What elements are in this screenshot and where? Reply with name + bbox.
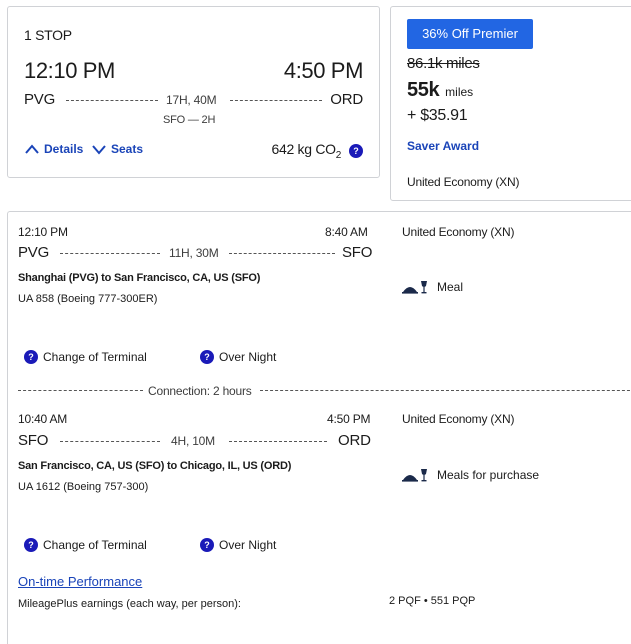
chevron-down-icon <box>92 145 106 155</box>
segment-line-right <box>229 253 335 254</box>
terminal-info-icon: ? <box>24 538 38 552</box>
terminal-info-icon: ? <box>24 350 38 364</box>
miles-unit: miles <box>445 85 474 99</box>
connection-info: Connection: 2 hours <box>148 384 252 398</box>
notice-change-terminal[interactable]: ? Change of Terminal <box>24 350 147 364</box>
segment-line-right <box>229 441 327 442</box>
segment-cabin: United Economy (XN) <box>402 412 515 426</box>
route-line-right <box>230 100 322 101</box>
notice-label: Change of Terminal <box>43 350 147 364</box>
segment-destination: ORD <box>338 432 371 449</box>
details-label: Details <box>44 142 84 156</box>
meal-icon <box>402 281 427 294</box>
segment-arrive-time: 4:50 PM <box>327 412 371 426</box>
chevron-up-icon <box>25 144 39 154</box>
fare-cabin: United Economy (XN) <box>407 175 520 189</box>
meal-label: Meal <box>437 280 464 294</box>
connection-line-right <box>260 390 631 391</box>
stops-label: 1 STOP <box>24 27 72 43</box>
flight-detail-card: 12:10 PM 8:40 AM PVG 11H, 30M SFO Shangh… <box>7 211 631 644</box>
earnings-value: 2 PQF • 551 PQP <box>389 595 476 607</box>
seats-toggle[interactable]: Seats <box>91 142 143 156</box>
cash-price: + $35.91 <box>407 107 468 124</box>
co2-info-icon[interactable]: ? <box>349 143 363 158</box>
co2-subscript: 2 <box>335 149 342 161</box>
segment-depart-time: 10:40 AM <box>18 412 68 426</box>
miles-value: 55k <box>407 79 440 101</box>
connection-line-left <box>18 390 143 391</box>
fare-card[interactable]: 36% Off Premier 86.1k miles 55k miles + … <box>390 6 631 201</box>
segment-origin: SFO <box>18 432 49 449</box>
segment-destination: SFO <box>342 244 373 261</box>
notice-over-night[interactable]: ? Over Night <box>200 350 276 364</box>
notice-label: Change of Terminal <box>43 538 147 552</box>
notice-over-night[interactable]: ? Over Night <box>200 538 276 552</box>
details-toggle[interactable]: Details <box>24 142 83 156</box>
notice-label: Over Night <box>219 350 277 364</box>
segment-flight: UA 858 (Boeing 777-300ER) <box>18 293 158 305</box>
layover-info: SFO — 2H <box>163 114 216 126</box>
depart-time: 12:10 PM <box>24 58 115 83</box>
segment-line-left <box>60 441 160 442</box>
segment-duration: 4H, 10M <box>171 434 215 448</box>
segment-route: San Francisco, CA, US (SFO) to Chicago, … <box>18 460 292 472</box>
segment-meal: Meals for purchase <box>402 468 539 482</box>
arrive-time: 4:50 PM <box>283 58 364 83</box>
co2-value: 642 kg CO <box>271 141 337 157</box>
segment-line-left <box>60 253 160 254</box>
seats-label: Seats <box>111 142 144 156</box>
ontime-performance-link[interactable]: On-time Performance <box>18 574 142 589</box>
segment-cabin: United Economy (XN) <box>402 225 515 239</box>
segment-flight: UA 1612 (Boeing 757-300) <box>18 481 149 493</box>
total-duration: 17H, 40M <box>166 93 217 107</box>
segment-origin: PVG <box>18 244 50 261</box>
miles-price: 55k miles <box>407 79 473 102</box>
notice-label: Over Night <box>219 538 277 552</box>
flight-summary-card: 1 STOP 12:10 PM 4:50 PM PVG ORD 17H, 40M… <box>7 6 380 178</box>
meal-label: Meals for purchase <box>437 468 540 482</box>
segment-meal: Meal <box>402 280 463 294</box>
meal-icon <box>402 469 427 482</box>
origin-code: PVG <box>24 91 56 108</box>
overnight-info-icon: ? <box>200 538 214 552</box>
destination-code: ORD <box>330 91 363 108</box>
segment-arrive-time: 8:40 AM <box>325 225 368 239</box>
segment-route: Shanghai (PVG) to San Francisco, CA, US … <box>18 272 261 284</box>
award-type[interactable]: Saver Award <box>407 139 479 153</box>
co2-emissions: 642 kg CO2 ? <box>271 141 363 161</box>
segment-duration: 11H, 30M <box>169 246 219 260</box>
notice-change-terminal[interactable]: ? Change of Terminal <box>24 538 147 552</box>
earnings-label: MileagePlus earnings (each way, per pers… <box>18 598 241 610</box>
segment-depart-time: 12:10 PM <box>18 225 68 239</box>
route-line-left <box>66 100 158 101</box>
overnight-info-icon: ? <box>200 350 214 364</box>
discount-badge: 36% Off Premier <box>407 19 533 49</box>
original-miles: 86.1k miles <box>407 55 480 72</box>
